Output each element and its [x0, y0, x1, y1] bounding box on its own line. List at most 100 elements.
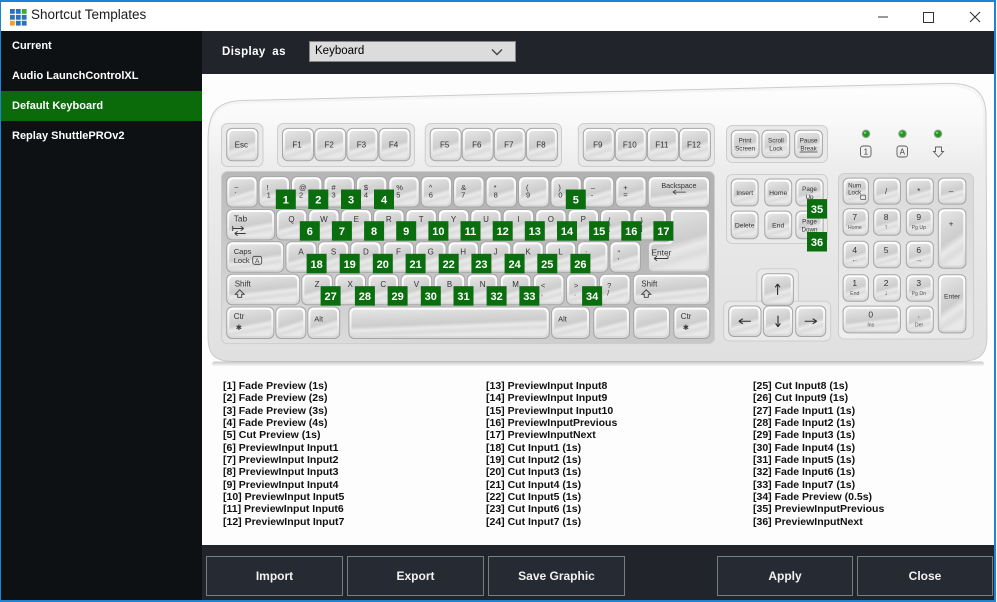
- svg-text:1: 1: [283, 195, 289, 207]
- svg-text:6: 6: [307, 226, 313, 238]
- svg-text:3: 3: [348, 195, 354, 207]
- svg-text:29: 29: [391, 291, 403, 303]
- svg-text:Y: Y: [451, 215, 457, 224]
- svg-text:5: 5: [396, 191, 400, 200]
- svg-text:10: 10: [432, 226, 444, 238]
- svg-text:33: 33: [523, 291, 535, 303]
- svg-text:Esc: Esc: [235, 141, 248, 150]
- svg-text:2: 2: [299, 191, 303, 200]
- svg-text:1: 1: [267, 191, 271, 200]
- svg-text:Print: Print: [739, 138, 752, 145]
- svg-text:H: H: [460, 247, 466, 256]
- svg-text:.: .: [574, 288, 576, 297]
- svg-text:Page: Page: [802, 186, 817, 193]
- svg-text:Z: Z: [315, 280, 320, 289]
- svg-text:7: 7: [852, 212, 857, 222]
- svg-text:7: 7: [461, 191, 465, 200]
- svg-text:✱: ✱: [236, 323, 243, 332]
- svg-text:F8: F8: [536, 141, 546, 150]
- svg-text:S: S: [331, 247, 336, 256]
- svg-text:Num: Num: [848, 183, 861, 190]
- svg-text:5: 5: [884, 245, 889, 255]
- svg-text:M: M: [512, 280, 519, 289]
- svg-text:Scroll: Scroll: [768, 138, 784, 145]
- svg-text:1: 1: [852, 278, 857, 288]
- svg-text:F12: F12: [687, 141, 701, 150]
- svg-text:23: 23: [475, 259, 487, 271]
- svg-text:+: +: [949, 220, 954, 229]
- svg-text:Insert: Insert: [736, 190, 753, 197]
- svg-text:✱: ✱: [683, 323, 690, 332]
- svg-text:Home: Home: [848, 225, 862, 231]
- svg-text:F2: F2: [325, 141, 335, 150]
- svg-text:D: D: [363, 247, 369, 256]
- svg-text:36: 36: [811, 237, 823, 249]
- svg-text:16: 16: [625, 226, 637, 238]
- svg-text:Lock: Lock: [769, 146, 783, 153]
- svg-text:T: T: [419, 215, 424, 224]
- svg-text:F1: F1: [292, 141, 302, 150]
- svg-text:19: 19: [344, 259, 356, 271]
- svg-text:Tab: Tab: [234, 214, 248, 224]
- svg-text:P: P: [581, 215, 586, 224]
- svg-text:13: 13: [529, 226, 541, 238]
- svg-text:Page: Page: [802, 218, 817, 225]
- svg-text:F: F: [396, 247, 401, 256]
- svg-text:J: J: [494, 247, 498, 256]
- svg-text:N: N: [480, 280, 486, 289]
- svg-text:2: 2: [315, 195, 321, 207]
- svg-text:30: 30: [425, 291, 437, 303]
- svg-text:12: 12: [497, 226, 509, 238]
- svg-text:6: 6: [429, 191, 433, 200]
- svg-text:22: 22: [443, 259, 455, 271]
- svg-text:`: `: [234, 191, 237, 200]
- svg-text:26: 26: [574, 259, 586, 271]
- svg-text:Alt: Alt: [558, 315, 568, 324]
- svg-text:18: 18: [310, 259, 322, 271]
- svg-text:=: =: [623, 191, 628, 200]
- svg-text:End: End: [772, 222, 784, 229]
- svg-text:X: X: [348, 280, 354, 289]
- svg-text:3: 3: [332, 191, 336, 200]
- svg-text:F7: F7: [504, 141, 514, 150]
- svg-text:F5: F5: [440, 141, 450, 150]
- svg-text:O: O: [548, 215, 554, 224]
- svg-text:Enter: Enter: [652, 248, 672, 258]
- svg-text:Delete: Delete: [735, 222, 755, 229]
- svg-text:4: 4: [364, 191, 368, 200]
- svg-text:6: 6: [916, 245, 921, 255]
- svg-text:31: 31: [457, 291, 469, 303]
- svg-text:Lock: Lock: [848, 190, 862, 197]
- svg-text:F10: F10: [623, 141, 637, 150]
- svg-text:L: L: [558, 247, 563, 256]
- svg-text:0: 0: [558, 191, 562, 200]
- svg-text:.: .: [918, 310, 920, 320]
- svg-text:9: 9: [526, 191, 530, 200]
- svg-text:2: 2: [884, 278, 889, 288]
- svg-text:I: I: [517, 215, 519, 224]
- svg-text:End: End: [850, 291, 859, 297]
- svg-text:21: 21: [409, 259, 421, 271]
- svg-text:↓: ↓: [884, 290, 888, 297]
- svg-text:Pg Dn: Pg Dn: [912, 291, 927, 297]
- svg-text:Break: Break: [800, 146, 817, 153]
- svg-text:20: 20: [377, 259, 389, 271]
- svg-text:–: –: [949, 187, 954, 196]
- svg-text:Alt: Alt: [314, 315, 324, 324]
- svg-text:14: 14: [561, 226, 574, 238]
- svg-text:Shift: Shift: [641, 279, 658, 288]
- svg-text:F3: F3: [357, 141, 367, 150]
- svg-text:R: R: [386, 215, 392, 224]
- svg-text:25: 25: [541, 259, 553, 271]
- svg-text:0: 0: [868, 310, 873, 320]
- svg-text:9: 9: [403, 226, 409, 238]
- svg-text:24: 24: [508, 259, 521, 271]
- svg-text:Ctr: Ctr: [681, 312, 692, 321]
- svg-text:↑: ↑: [884, 224, 888, 231]
- svg-text:32: 32: [490, 291, 502, 303]
- svg-text:B: B: [447, 280, 452, 289]
- svg-text:Pause: Pause: [800, 138, 818, 145]
- svg-text:Lock: Lock: [234, 256, 250, 265]
- svg-text:K: K: [525, 247, 531, 256]
- svg-text:F4: F4: [389, 141, 399, 150]
